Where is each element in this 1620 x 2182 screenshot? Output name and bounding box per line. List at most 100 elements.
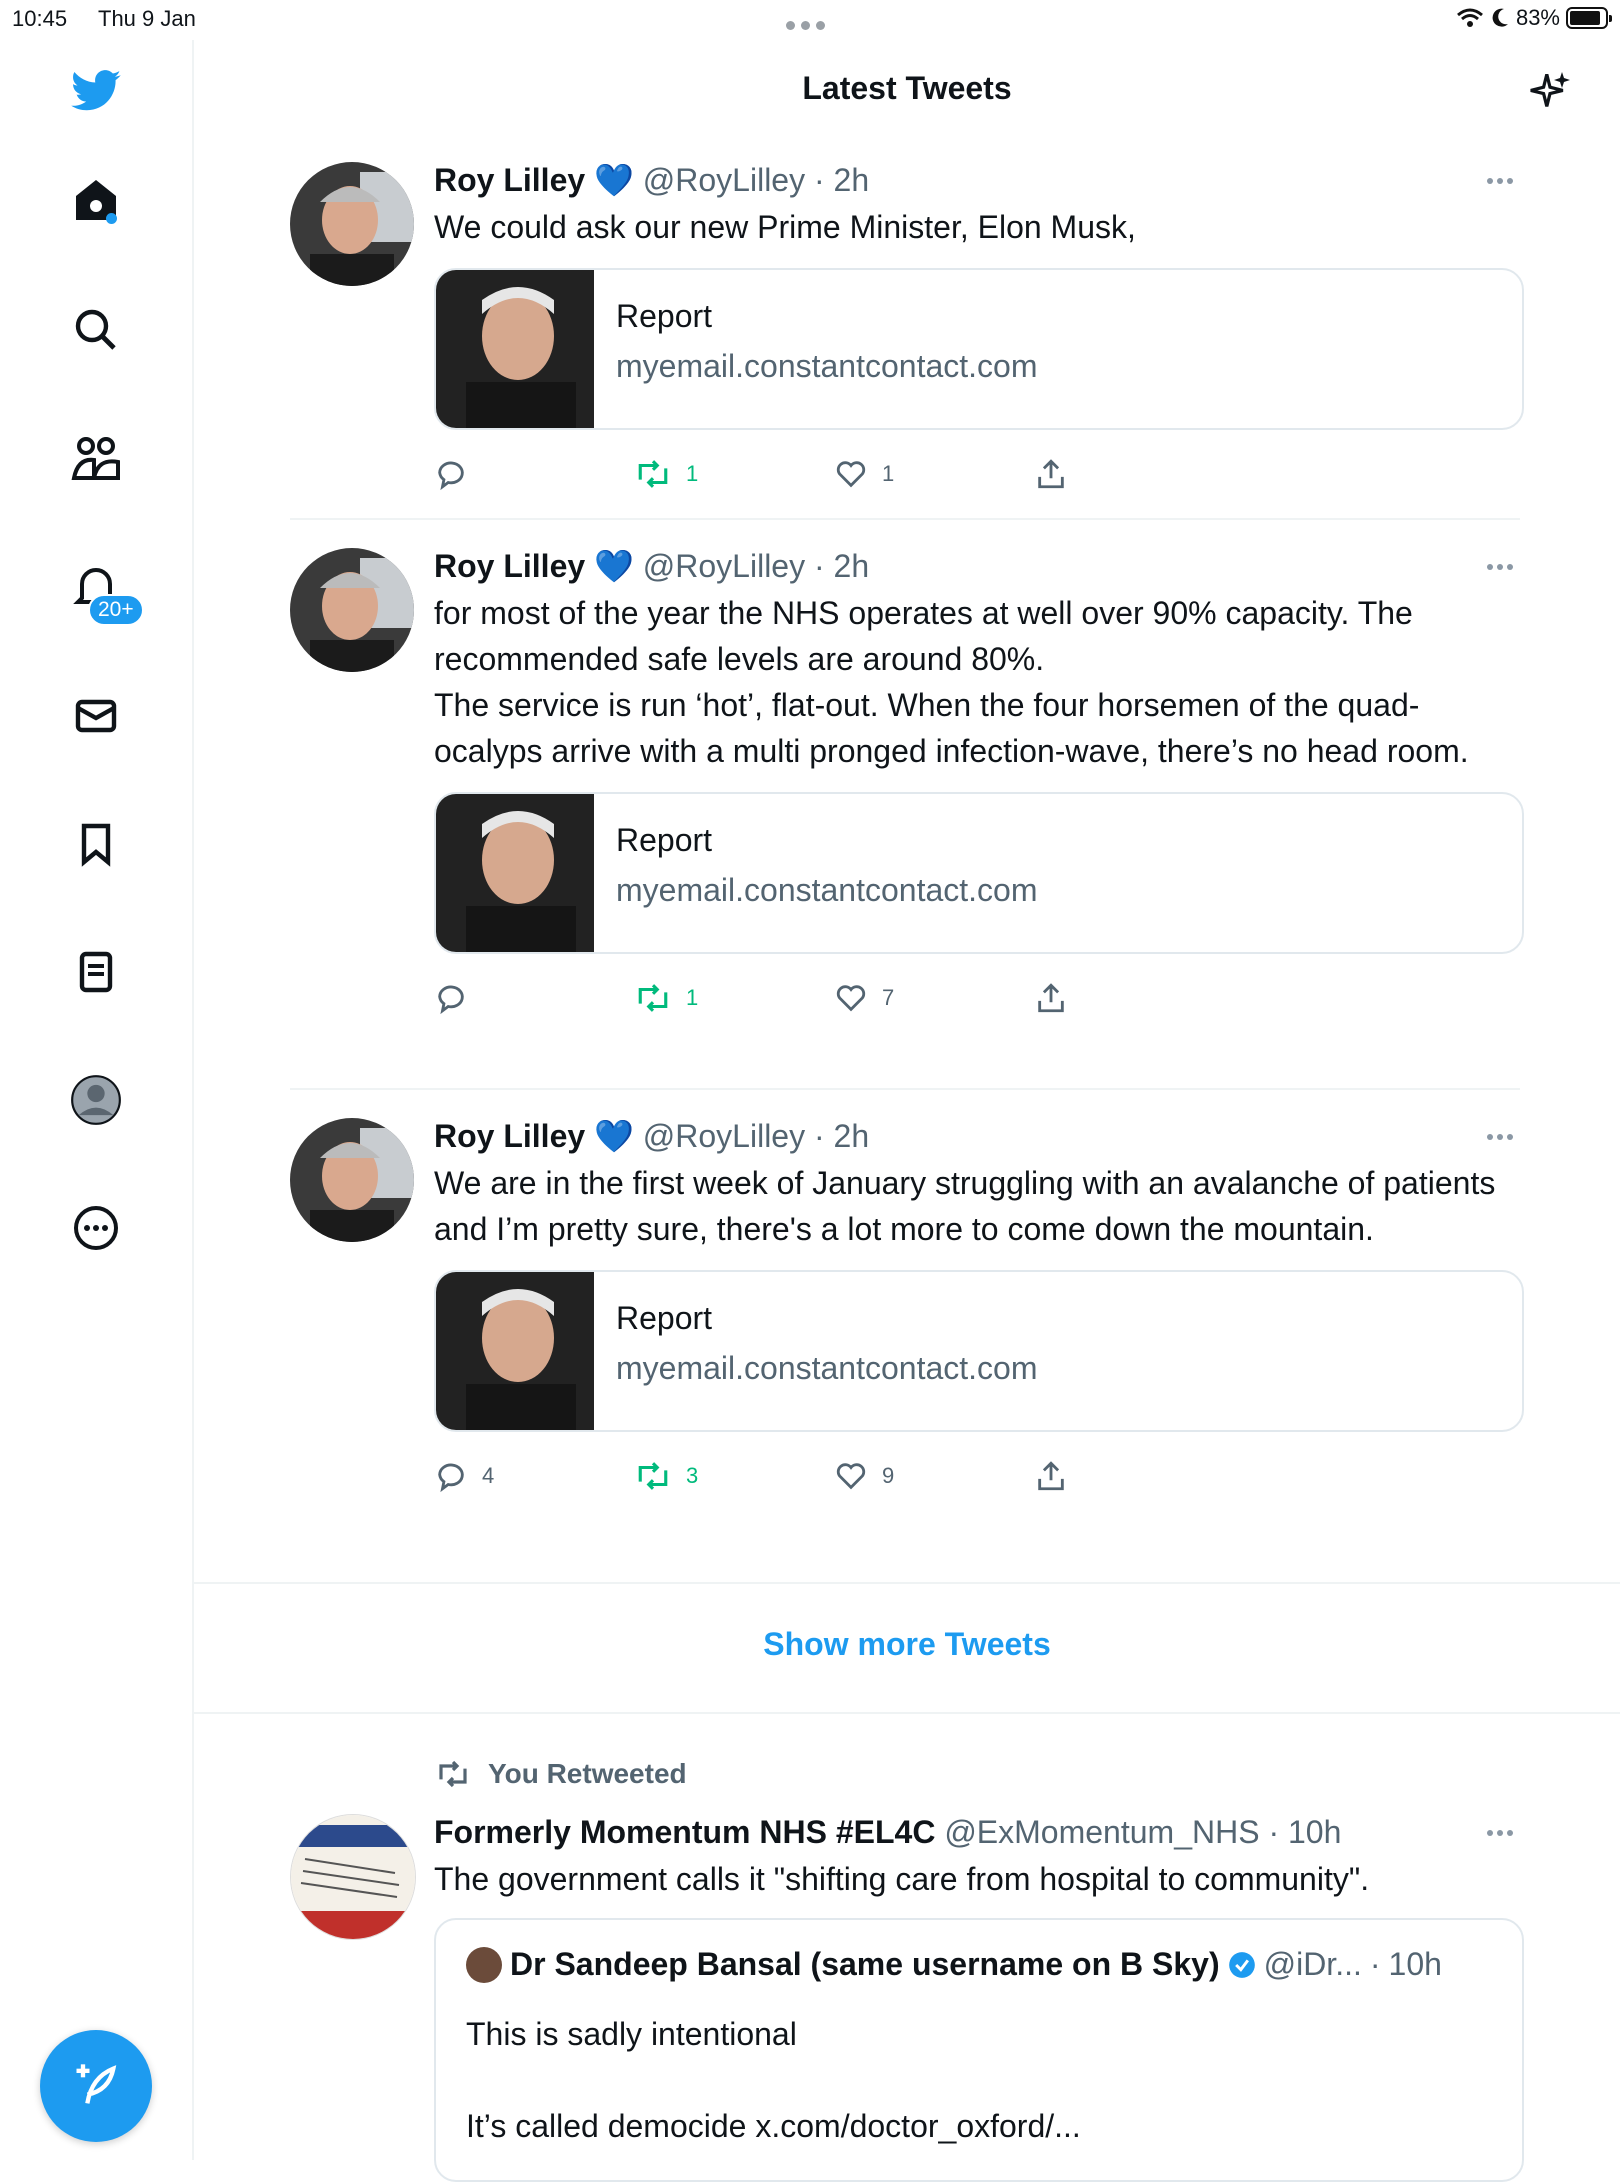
card-title: Report — [616, 298, 713, 334]
tweet-time[interactable]: 2h — [834, 162, 870, 198]
retweet-icon — [638, 1462, 668, 1490]
bookmarks-icon[interactable] — [66, 814, 126, 874]
tweet-header: Roy Lilley 💙 @RoyLilley · 2h — [434, 1118, 870, 1154]
share-icon — [1038, 459, 1064, 489]
card-title: Report — [616, 1300, 713, 1336]
author-name[interactable]: Formerly Momentum NHS #EL4C — [434, 1814, 935, 1850]
more-icon[interactable] — [1480, 166, 1520, 196]
reply-count: 4 — [482, 1463, 495, 1488]
card-title: Report — [616, 822, 713, 858]
link-card[interactable]: Report myemail.constantcontact.com — [434, 792, 1524, 954]
quote-author-name: Dr Sandeep Bansal (same username on B Sk… — [510, 1946, 1220, 1982]
reply-icon — [438, 985, 464, 1015]
section-divider — [194, 1712, 1620, 1714]
wifi-icon — [1456, 8, 1483, 27]
twitter-logo-icon[interactable] — [66, 62, 126, 122]
card-thumbnail — [436, 270, 594, 428]
card-domain: myemail.constantcontact.com — [616, 872, 1038, 908]
communities-icon[interactable] — [66, 428, 126, 488]
heart-icon — [836, 985, 866, 1012]
tweet-actions: 1 7 — [434, 970, 1520, 1030]
tweet-time[interactable]: 2h — [834, 1118, 870, 1154]
avatar[interactable] — [290, 162, 414, 286]
quote-text: This is sadly intentional — [466, 2016, 797, 2052]
author-handle[interactable]: @RoyLilley — [643, 1118, 805, 1154]
status-right: 83% — [1456, 5, 1612, 31]
tweet-header: Roy Lilley 💙 @RoyLilley · 2h — [434, 162, 870, 198]
reply-button[interactable]: 4 — [434, 1456, 494, 1496]
show-more-tweets-link[interactable]: Show more Tweets — [194, 1626, 1620, 1663]
author-handle[interactable]: @RoyLilley — [643, 162, 805, 198]
tweet-divider — [290, 518, 1520, 520]
multitasking-dots-icon[interactable] — [786, 10, 834, 30]
retweet-button[interactable]: 1 — [634, 978, 698, 1018]
profile-avatar-icon[interactable] — [66, 1070, 126, 1130]
home-icon[interactable] — [66, 170, 126, 230]
lists-icon[interactable] — [66, 942, 126, 1002]
retweet-count: 1 — [686, 461, 699, 486]
battery-percent: 83% — [1515, 5, 1560, 30]
avatar — [466, 1946, 502, 1983]
timeline: Latest Tweets Roy Lilley 💙 @RoyLilley · … — [194, 40, 1620, 2182]
author-name[interactable]: Roy Lilley — [434, 162, 585, 198]
avatar[interactable] — [290, 1814, 416, 1940]
tweet-actions: 4 3 9 — [434, 1448, 1520, 1508]
search-icon[interactable] — [66, 300, 126, 360]
tweet-actions: 1 1 — [434, 446, 1520, 506]
author-handle[interactable]: @ExMomentum_NHS — [944, 1814, 1259, 1850]
more-options-icon[interactable] — [66, 1198, 126, 1258]
link-card[interactable]: Report myemail.constantcontact.com — [434, 268, 1524, 430]
like-button[interactable]: 1 — [834, 454, 894, 494]
tweet-time[interactable]: 10h — [1288, 1814, 1341, 1850]
avatar[interactable] — [290, 1118, 414, 1242]
heart-icon — [836, 1463, 866, 1490]
quoted-tweet[interactable]: Dr Sandeep Bansal (same username on B Sk… — [434, 1918, 1524, 2182]
retweet-button[interactable]: 1 — [634, 454, 698, 494]
like-button[interactable]: 9 — [834, 1456, 894, 1496]
author-name[interactable]: Roy Lilley — [434, 548, 585, 584]
tweet-text: We are in the first week of January stru… — [434, 1165, 1496, 1247]
author-handle[interactable]: @RoyLilley — [643, 548, 805, 584]
retweet-button[interactable]: 3 — [634, 1456, 698, 1496]
link-card[interactable]: Report myemail.constantcontact.com — [434, 1270, 1524, 1432]
quote-author-handle: @iDr... — [1263, 1946, 1362, 1982]
blue-heart-icon: 💙 — [594, 548, 634, 584]
tweet-header: Roy Lilley 💙 @RoyLilley · 2h — [434, 548, 870, 584]
notifications-badge: 20+ — [88, 594, 144, 626]
like-count: 7 — [882, 985, 895, 1010]
compose-tweet-button[interactable] — [40, 2030, 152, 2142]
card-domain: myemail.constantcontact.com — [616, 1350, 1038, 1386]
more-icon[interactable] — [1480, 1818, 1520, 1848]
tweet-text: We could ask our new Prime Minister, Elo… — [434, 209, 1136, 245]
verified-badge-icon — [1228, 1951, 1255, 1978]
author-name[interactable]: Roy Lilley — [434, 1118, 585, 1154]
card-thumbnail — [436, 1272, 594, 1430]
blue-heart-icon: 💙 — [594, 162, 634, 198]
sparkle-icon[interactable] — [1520, 62, 1580, 122]
heart-icon — [836, 461, 866, 488]
like-count: 9 — [882, 1463, 895, 1488]
battery-icon — [1566, 7, 1612, 29]
retweeted-indicator: You Retweeted — [434, 1758, 687, 1790]
compose-feather-icon — [76, 2064, 117, 2104]
more-icon[interactable] — [1480, 552, 1520, 582]
avatar[interactable] — [290, 548, 414, 672]
retweet-count: 3 — [686, 1463, 699, 1488]
messages-icon[interactable] — [66, 686, 126, 746]
share-button[interactable] — [1034, 1456, 1068, 1496]
page-title: Latest Tweets — [802, 70, 1012, 106]
like-button[interactable]: 7 — [834, 978, 894, 1018]
card-domain: myemail.constantcontact.com — [616, 348, 1038, 384]
reply-button[interactable] — [434, 454, 482, 494]
retweeted-label: You Retweeted — [488, 1758, 687, 1789]
more-icon[interactable] — [1480, 1122, 1520, 1152]
share-button[interactable] — [1034, 454, 1068, 494]
share-button[interactable] — [1034, 978, 1068, 1018]
tweet-text: The government calls it "shifting care f… — [434, 1861, 1370, 1897]
tweet-time[interactable]: 2h — [834, 548, 870, 584]
status-time: 10:45 — [12, 6, 68, 31]
tweet-divider — [290, 1088, 1520, 1090]
reply-icon — [438, 461, 464, 491]
tweet-header: Formerly Momentum NHS #EL4C @ExMomentum_… — [434, 1814, 1342, 1850]
reply-button[interactable] — [434, 978, 482, 1018]
